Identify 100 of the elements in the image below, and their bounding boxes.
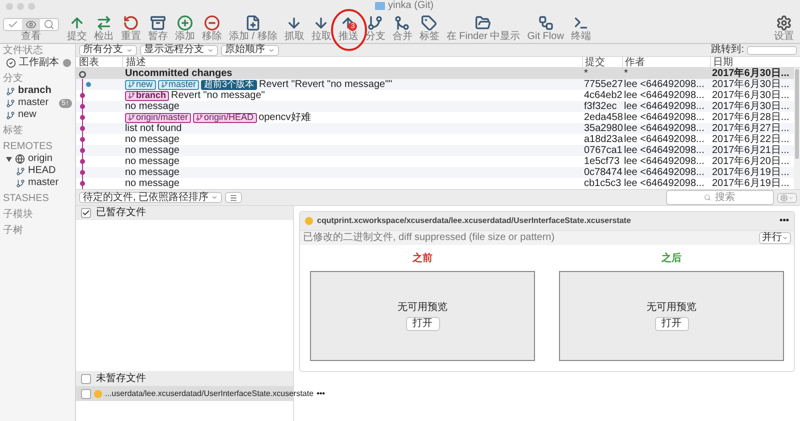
toolbar-button[interactable]: 提交	[64, 15, 90, 43]
toolbar-button[interactable]: 抓取	[281, 15, 308, 43]
file-plus-icon	[245, 15, 262, 31]
sort-dropdown[interactable]: 待定的文件, 已依照路径排序	[79, 192, 222, 203]
filter-dropdown[interactable]: 所有分支	[79, 44, 137, 56]
toolbar-button[interactable]: 合并	[389, 15, 416, 43]
toolbar-button[interactable]: 移除	[199, 15, 225, 43]
view-segmented-control[interactable]	[3, 18, 59, 31]
toolbar-button[interactable]: 分支	[362, 15, 388, 43]
open-button[interactable]: 打开	[654, 316, 688, 330]
branch-icon	[128, 81, 135, 88]
column-header[interactable]: 作者	[622, 57, 710, 67]
commit-row[interactable]: Uncommitted changes * * 2017年6月30日...	[76, 68, 794, 79]
tag-icon	[421, 15, 438, 31]
toolbar-button[interactable]: 标签	[416, 15, 442, 43]
commit-row[interactable]: new master 超前3个版本 Revert "Revert "no message"" 7755e27lee <646492098... 2017年6月30日...	[76, 79, 794, 90]
diff-note: 已修改的二进制文件, diff suppressed (file size or pattern)	[303, 232, 555, 244]
folder-icon	[375, 2, 385, 10]
column-header[interactable]: 提交	[582, 57, 622, 67]
diff-file-path: cqutprint.xcworkspace/xcuserdata/lee.xcuserdatad/UserInterfaceState.xcuserstate	[317, 215, 631, 227]
filter-dropdown[interactable]: 显示远程分支	[140, 44, 218, 56]
folder-icon	[475, 15, 492, 31]
sidebar-heading: 子模块	[2, 209, 34, 221]
branch-icon	[6, 110, 15, 120]
commit-row[interactable]: no message 0767ca1 lee <646492098... 2017年6月21日...	[76, 145, 794, 156]
more-button[interactable]: •••	[780, 214, 789, 228]
column-header[interactable]: 描述	[122, 57, 582, 67]
open-button[interactable]: 打开	[406, 316, 440, 330]
eye-icon[interactable]	[22, 19, 40, 30]
commit-date: 2017年6月30日...	[711, 79, 790, 90]
commit-date: 2017年6月20日...	[711, 156, 790, 167]
commit-author: lee <646492098...	[623, 156, 706, 167]
commit-description: no message	[125, 134, 180, 145]
sidebar-item[interactable]: origin	[28, 153, 52, 165]
commit-date: 2017年6月19日...	[711, 178, 790, 189]
commit-hash: *	[583, 68, 589, 79]
column-header[interactable]: 图表	[76, 57, 122, 67]
file-name[interactable]: ...userdata/lee.xcuserdatad/UserInterfaceState.xcuserstate	[105, 388, 314, 398]
commit-hash: a18d23a	[583, 134, 622, 145]
commit-date: 2017年6月19日...	[711, 167, 790, 178]
commit-description: no message	[125, 178, 180, 189]
commit-description: list not found	[125, 123, 182, 134]
settings-button[interactable]: 设置	[771, 15, 797, 43]
toolbar-button[interactable]: 拉取	[308, 15, 334, 43]
commit-description: Revert "no message"	[171, 90, 265, 101]
checkbox[interactable]	[81, 374, 91, 384]
section-heading: 已暂存文件	[96, 207, 146, 219]
commit-author: lee <646492098...	[623, 79, 706, 90]
search-icon	[704, 194, 711, 201]
sidebar-heading: 标签	[2, 125, 24, 137]
chevron-icon	[782, 235, 788, 241]
flow-icon	[538, 15, 554, 31]
commit-author: lee <646492098...	[623, 101, 706, 112]
sidebar-item[interactable]: master	[28, 177, 59, 189]
commit-row[interactable]: list not found 35a2980lee <646492098... 2017年6月27日...	[76, 123, 794, 134]
list-view-button[interactable]	[224, 192, 242, 203]
toolbar-button[interactable]: 暂存	[145, 15, 171, 43]
column-header[interactable]: 日期	[710, 57, 794, 67]
branch-icon	[6, 86, 15, 96]
ref-tag: origin/HEAD	[193, 112, 257, 122]
merge-icon	[394, 15, 410, 31]
toolbar-button[interactable]: 在 Finder 中显示	[443, 15, 524, 43]
commit-hash: 2eda458	[583, 112, 622, 123]
toolbar-button[interactable]: 检出	[91, 15, 117, 43]
commit-author: lee <646492098...	[623, 167, 706, 178]
sidebar-item[interactable]: 工作副本	[19, 57, 59, 69]
jump-to-dropdown[interactable]	[747, 46, 797, 54]
sidebar-item[interactable]: branch	[18, 85, 52, 97]
disclosure-triangle-icon[interactable]	[6, 156, 12, 162]
modified-status-icon	[94, 390, 102, 398]
commit-row[interactable]: no message f3f32ec lee <646492098... 2017年6月30日...	[76, 101, 794, 112]
search-field[interactable]: 搜索	[666, 190, 774, 205]
commit-author: lee <646492098...	[623, 112, 706, 123]
branch-icon	[196, 114, 204, 121]
commit-description: Uncommitted changes	[125, 68, 232, 79]
toolbar-button[interactable]: 添加	[172, 15, 198, 43]
settings-icon	[776, 15, 792, 31]
more-button[interactable]: •••	[316, 388, 325, 400]
sidebar-item[interactable]: HEAD	[28, 165, 56, 177]
ref-tag: origin/master	[125, 112, 192, 122]
toolbar-button[interactable]: 重置	[118, 15, 144, 43]
sidebar-item[interactable]: master	[18, 97, 49, 109]
branch-icon	[367, 15, 384, 31]
toolbar-button[interactable]: 终端	[568, 15, 594, 43]
settings-dropdown[interactable]	[777, 192, 797, 202]
no-preview-text: 无可用预览	[646, 302, 696, 314]
plus-icon	[177, 15, 193, 31]
branch-icon	[16, 166, 25, 176]
view-mode-dropdown[interactable]: 并行	[759, 232, 791, 244]
no-preview-text: 无可用预览	[398, 302, 448, 314]
box-icon	[150, 15, 166, 31]
filter-dropdown[interactable]: 原始顺序	[221, 44, 279, 56]
commit-date: 2017年6月27日...	[711, 123, 790, 134]
checkbox[interactable]	[81, 208, 91, 218]
checkbox[interactable]	[81, 388, 91, 398]
toolbar-button[interactable]: 添加 / 移除	[226, 15, 280, 43]
sidebar-item[interactable]: new	[18, 109, 36, 121]
toolbar-button[interactable]: Git Flow	[524, 15, 567, 43]
commit-row[interactable]: no message 0c78474 lee <646492098... 2017年6月19日...	[76, 167, 794, 178]
commit-description: no message	[125, 156, 180, 167]
